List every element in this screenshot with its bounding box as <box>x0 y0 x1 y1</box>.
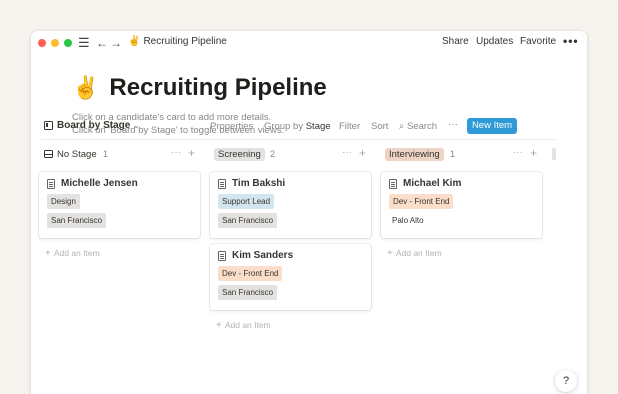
candidate-card[interactable]: Tim Bakshi Support Lead San Francisco <box>210 172 371 238</box>
minimize-window-button[interactable] <box>51 39 59 47</box>
view-more-icon[interactable]: ··· <box>448 119 458 130</box>
plus-icon: + <box>45 248 51 259</box>
role-tag: Design <box>47 194 80 209</box>
column-title[interactable]: Interviewing <box>385 148 444 161</box>
column-header: No Stage 1 ··· + <box>39 145 200 163</box>
add-item-button[interactable]: + Add an Item <box>45 248 200 259</box>
divider <box>41 139 556 140</box>
column-more-icon[interactable]: ··· <box>342 147 352 158</box>
add-item-label: Add an Item <box>53 248 100 258</box>
column-title[interactable]: No Stage <box>42 148 101 161</box>
group-by-label: Group by <box>264 121 304 132</box>
hamburger-menu-icon[interactable]: ☰ <box>78 35 90 51</box>
help-button[interactable]: ? <box>555 370 577 392</box>
candidate-name: Kim Sanders <box>232 250 294 261</box>
search-button[interactable]: ⌕ Search <box>399 121 437 132</box>
view-name: Board by Stage <box>57 120 131 131</box>
chevron-down-icon: ⌄ <box>133 122 140 130</box>
arrow-right-icon[interactable]: → <box>110 35 122 51</box>
board-column-interviewing: Interviewing 1 ··· + Michael Kim Dev - F… <box>381 145 542 259</box>
card-title: Kim Sanders <box>218 250 363 261</box>
role-tag: Dev - Front End <box>218 266 283 281</box>
document-icon <box>218 250 226 261</box>
document-icon <box>218 178 226 189</box>
view-switcher[interactable]: Board by Stage ⌄ <box>44 120 139 131</box>
column-header: Screening 2 ··· + <box>210 145 371 163</box>
add-item-button[interactable]: + Add an Item <box>216 320 371 331</box>
share-button[interactable]: Share <box>442 36 469 47</box>
column-header: Interviewing 1 ··· + <box>381 145 542 163</box>
candidate-card[interactable]: Michael Kim Dev - Front End Palo Alto <box>381 172 542 238</box>
card-title: Michelle Jensen <box>47 178 192 189</box>
breadcrumb-title: Recruiting Pipeline <box>143 36 227 47</box>
board-column-no-stage: No Stage 1 ··· + Michelle Jensen Design … <box>39 145 200 259</box>
role-tag: Support Lead <box>218 194 275 209</box>
plus-icon: + <box>216 320 222 331</box>
column-count: 1 <box>103 149 109 159</box>
filter-button[interactable]: Filter <box>339 121 360 132</box>
new-item-button[interactable]: New Item <box>467 118 517 134</box>
properties-button[interactable]: Properties <box>210 121 253 132</box>
location-tag: San Francisco <box>218 213 278 228</box>
more-options-icon[interactable]: ••• <box>563 34 579 48</box>
column-add-icon[interactable]: + <box>359 146 366 160</box>
board-view-icon <box>44 121 53 130</box>
favorite-button[interactable]: Favorite <box>520 36 556 47</box>
arrow-left-icon[interactable]: ← <box>96 35 108 51</box>
document-icon <box>389 178 397 189</box>
page-title-text[interactable]: Recruiting Pipeline <box>109 74 326 102</box>
candidate-card[interactable]: Kim Sanders Dev - Front End San Francisc… <box>210 244 371 310</box>
candidate-name: Tim Bakshi <box>232 178 286 189</box>
column-count: 2 <box>270 149 276 159</box>
add-item-label: Add an Item <box>224 320 271 330</box>
updates-button[interactable]: Updates <box>476 36 513 47</box>
board-column-screening: Screening 2 ··· + Tim Bakshi Support Lea… <box>210 145 371 331</box>
next-column-peek[interactable] <box>552 148 556 160</box>
column-title[interactable]: Screening <box>214 148 265 161</box>
column-more-icon[interactable]: ··· <box>513 147 523 158</box>
candidate-card[interactable]: Michelle Jensen Design San Francisco <box>39 172 200 238</box>
candidate-name: Michael Kim <box>403 178 462 189</box>
column-count: 1 <box>450 149 456 159</box>
maximize-window-button[interactable] <box>64 39 72 47</box>
candidate-name: Michelle Jensen <box>61 178 138 189</box>
page-title[interactable]: ✌️ Recruiting Pipeline <box>72 74 327 102</box>
close-window-button[interactable] <box>38 39 46 47</box>
column-more-icon[interactable]: ··· <box>171 147 181 158</box>
add-item-label: Add an Item <box>395 248 442 258</box>
column-add-icon[interactable]: + <box>188 146 195 160</box>
title-bar: ☰ ← → ✌️ Recruiting Pipeline Share Update… <box>31 31 587 55</box>
plus-icon: + <box>387 248 393 259</box>
search-icon: ⌕ <box>399 121 405 132</box>
location-tag: Palo Alto <box>392 216 424 225</box>
group-by-value: Stage <box>305 121 331 132</box>
add-item-button[interactable]: + Add an Item <box>387 248 542 259</box>
breadcrumb[interactable]: ✌️ Recruiting Pipeline <box>128 36 227 47</box>
search-label: Search <box>406 121 438 132</box>
location-tag: San Francisco <box>47 213 107 228</box>
victory-hand-icon: ✌️ <box>128 36 141 47</box>
sort-button[interactable]: Sort <box>371 121 388 132</box>
card-title: Tim Bakshi <box>218 178 363 189</box>
role-tag: Dev - Front End <box>389 194 454 209</box>
column-add-icon[interactable]: + <box>530 146 537 160</box>
group-by-button[interactable]: Group by Stage <box>264 121 331 132</box>
victory-hand-icon[interactable]: ✌️ <box>72 75 99 101</box>
card-title: Michael Kim <box>389 178 534 189</box>
view-toolbar: Board by Stage ⌄ Properties Group by Sta… <box>41 118 556 136</box>
location-tag: San Francisco <box>218 285 278 300</box>
document-icon <box>47 178 55 189</box>
